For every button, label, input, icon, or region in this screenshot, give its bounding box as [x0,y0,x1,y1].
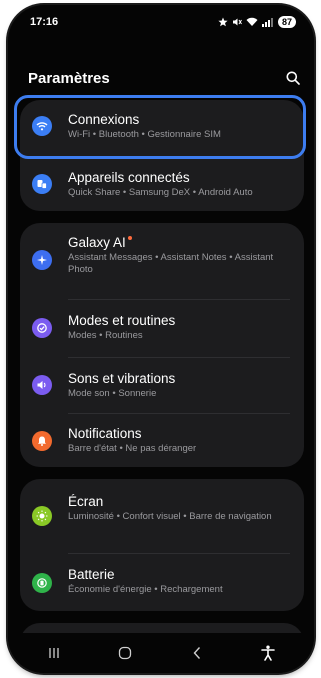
accessibility-icon [261,645,276,661]
settings-item-modes-routines[interactable]: Modes et routines Modes • Routines [20,300,304,356]
galaxy-ai-icon [32,250,52,270]
modes-icon [32,318,52,338]
back-button[interactable] [177,638,217,668]
settings-item-ecran[interactable]: Écran Luminosité • Confort visuel • Barr… [20,479,304,551]
signal-icon [261,18,273,27]
item-title: Batterie [68,567,115,582]
sound-icon [32,375,52,395]
status-time: 17:16 [30,16,59,28]
settings-item-batterie[interactable]: Batterie Économie d'énergie • Rechargeme… [20,553,304,611]
item-subtitle: Luminosité • Confort visuel • Barre de n… [68,511,272,522]
new-badge [127,236,132,240]
mute-icon [232,18,242,26]
item-title: Écran [68,494,104,509]
battery-icon [32,573,52,593]
item-subtitle: Barre d'état • Ne pas déranger [68,443,197,454]
item-subtitle: Mode son • Sonnerie [68,388,157,399]
back-icon [193,647,200,659]
item-title: Appareils connectés [68,170,190,185]
home-button[interactable] [105,638,145,668]
recents-icon [49,648,59,658]
brightness-icon [32,506,52,526]
settings-item-galaxy-ai[interactable]: Galaxy AI Assistant Messages • Assistant… [20,223,304,295]
home-icon [119,646,132,660]
settings-group-features: Galaxy AI Assistant Messages • Assistant… [20,223,304,467]
selection-highlight [14,95,306,159]
settings-item-sounds[interactable]: Sons et vibrations Mode son • Sonnerie [20,358,304,413]
item-title: Modes et routines [68,313,176,328]
status-icons: 87 [218,16,296,28]
search-icon [286,71,300,85]
item-subtitle: Quick Share • Samsung DeX • Android Auto [68,187,253,198]
settings-item-connected-devices[interactable]: Appareils connectés Quick Share • Samsun… [20,158,304,211]
item-title: Notifications [68,426,142,441]
battery-level: 87 [277,16,296,28]
item-subtitle: Modes • Routines [68,330,143,341]
recents-button[interactable] [34,638,74,668]
status-bar: 17:16 87 [8,5,314,39]
star-icon [218,17,228,27]
search-button[interactable] [282,67,304,89]
connected-devices-icon [32,174,52,194]
item-title: Galaxy AI [68,235,290,251]
item-title: Sons et vibrations [68,371,176,386]
wifi-icon [246,17,258,26]
item-subtitle: Économie d'énergie • Rechargement [68,584,223,595]
navigation-bar [8,633,314,673]
header: Paramètres [28,65,304,91]
accessibility-button[interactable] [248,638,288,668]
settings-group-display: Écran Luminosité • Confort visuel • Barr… [20,479,304,611]
item-subtitle: Assistant Messages • Assistant Notes • A… [68,252,274,275]
settings-item-notifications[interactable]: Notifications Barre d'état • Ne pas déra… [20,413,304,467]
bell-icon [32,431,52,451]
page-title: Paramètres [28,69,110,87]
